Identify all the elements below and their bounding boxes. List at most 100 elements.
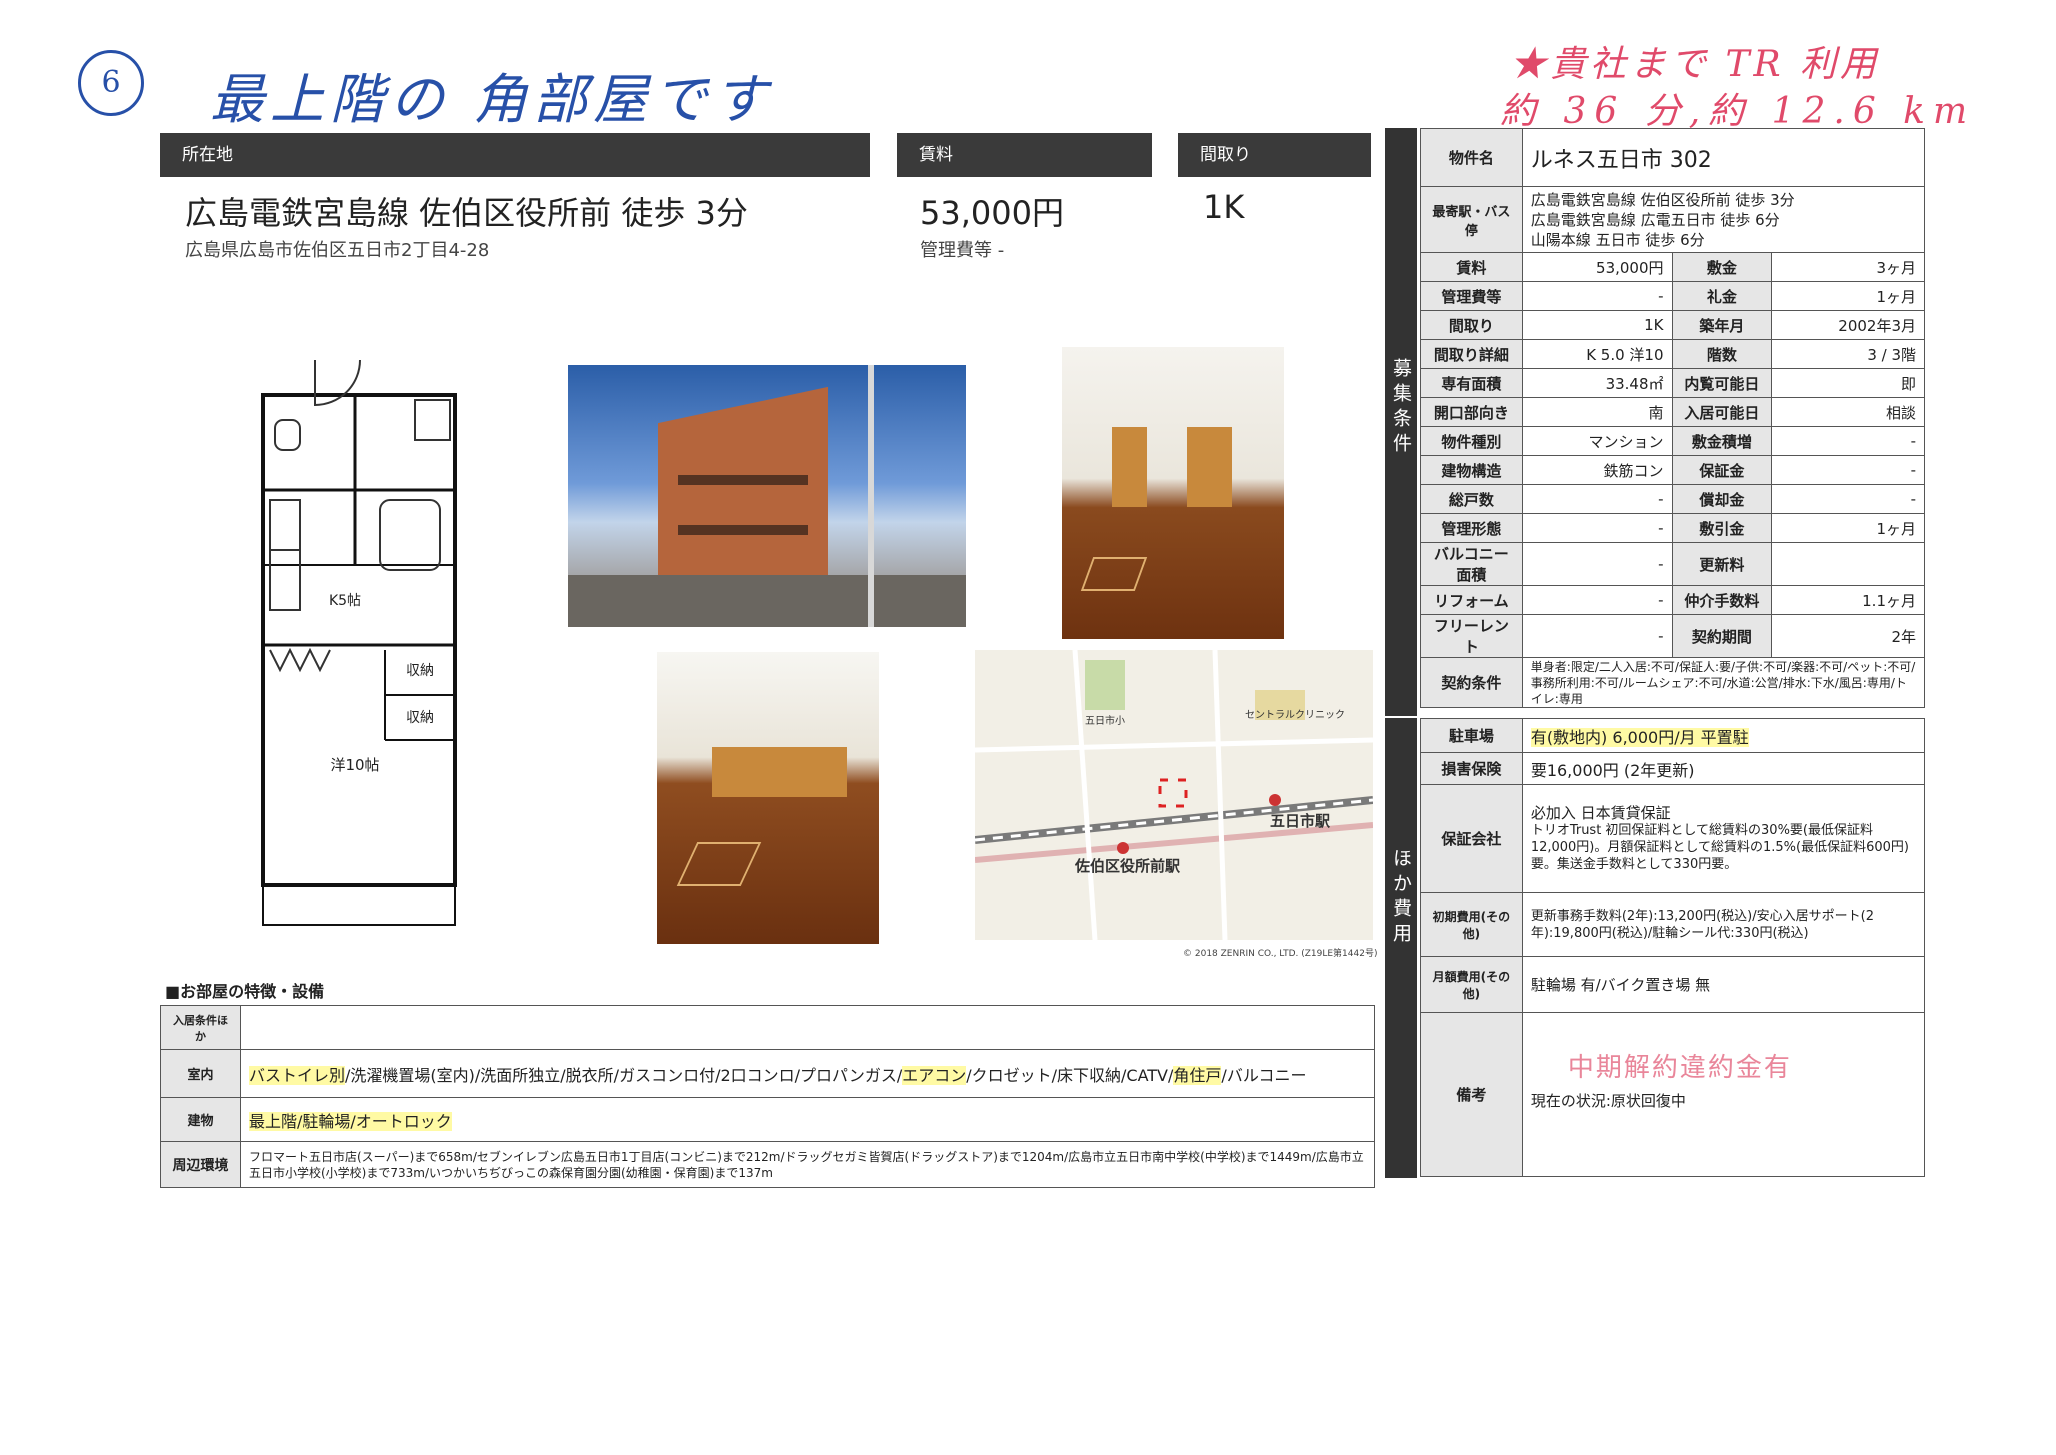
handwritten-note: 最上階の 角部屋です — [210, 68, 774, 131]
room-features-value: バストイレ別/洗濯機置場(室内)/洗面所独立/脱衣所/ガスコンロ付/2口コンロ/… — [240, 1049, 1375, 1098]
spec-label: 敷引金 — [1671, 513, 1773, 543]
spec-row: 管理費等 - 礼金 1ヶ月 — [1420, 281, 1925, 311]
building-exterior-photo — [568, 365, 966, 627]
spec-value: 南 — [1521, 397, 1673, 427]
recruit-sidebar: 募集条件 — [1385, 128, 1417, 716]
map-station-itsukaichi: 五日市駅 — [1270, 812, 1331, 830]
spec-value: 1.1ヶ月 — [1771, 585, 1925, 615]
location-header: 所在地 — [160, 133, 870, 177]
spec-label: リフォーム — [1420, 585, 1523, 615]
spec-value: マンション — [1521, 426, 1673, 456]
spec-label: 開口部向き — [1420, 397, 1523, 427]
spec-row: 間取り詳細 K 5.0 洋10 階数 3 / 3階 — [1420, 339, 1925, 369]
access-text: 広島電鉄宮島線 佐伯区役所前 徒歩 3分 — [185, 194, 748, 232]
fp-room-label: 洋10帖 — [330, 756, 379, 774]
spec-label: 間取り — [1420, 310, 1523, 340]
costs-sidebar: ほか費用 — [1385, 718, 1417, 1178]
remarks-label: 備考 — [1420, 1012, 1523, 1177]
spec-label: 管理形態 — [1420, 513, 1523, 543]
spec-label: 敷金 — [1671, 252, 1773, 282]
spec-value: 1K — [1521, 310, 1673, 340]
guarantor-label: 保証会社 — [1420, 784, 1523, 893]
spec-row: バルコニー面積 - 更新料 — [1420, 542, 1925, 586]
property-name-label: 物件名 — [1420, 128, 1523, 187]
initial-cost-value: 更新事務手数料(2年):13,200円(税込)/安心入居サポート(2年):19,… — [1521, 892, 1926, 957]
spec-label: 内覧可能日 — [1671, 368, 1773, 398]
contract-label: 契約条件 — [1420, 657, 1523, 708]
spec-label: 賃料 — [1420, 252, 1523, 282]
property-name: ルネス五日市 302 — [1521, 128, 1926, 187]
spec-value: 53,000円 — [1521, 252, 1673, 282]
spec-row-nearest: 最寄駅・バス停 広島電鉄宮島線 佐伯区役所前 徒歩 3分 広島電鉄宮島線 広電五… — [1420, 186, 1926, 253]
building-features-label: 建物 — [160, 1097, 241, 1142]
map-label-school: 五日市小 — [1085, 716, 1125, 727]
spec-label: バルコニー面積 — [1420, 542, 1523, 586]
spec-value: - — [1771, 484, 1925, 514]
spec-value: - — [1521, 513, 1673, 543]
spec-label: 契約期間 — [1671, 614, 1773, 658]
environment-label: 周辺環境 — [160, 1141, 241, 1188]
spec-label: フリーレント — [1420, 614, 1523, 658]
spec-row: 専有面積 33.48㎡ 内覧可能日即 — [1420, 368, 1925, 398]
spec-value: - — [1771, 455, 1925, 485]
spec-value: 1ヶ月 — [1771, 281, 1925, 311]
spec-value: 即 — [1771, 368, 1925, 398]
fp-storage1-label: 収納 — [406, 663, 434, 679]
initial-cost-label: 初期費用(その他) — [1420, 892, 1523, 957]
spec-row: 賃料 53,000円 敷金 3ヶ月 — [1420, 252, 1925, 282]
spec-label: 敷金積増 — [1671, 426, 1773, 456]
spec-label: 間取り詳細 — [1420, 339, 1523, 369]
mgmt-fee: 管理費等 - — [920, 240, 1005, 261]
spec-row: 建物構造 鉄筋コン 保証金 - — [1420, 455, 1925, 485]
map-copyright: © 2018 ZENRIN CO., LTD. (Z19LE第1442号) — [1183, 949, 1378, 959]
spec-value: - — [1521, 614, 1673, 658]
nearest-1: 広島電鉄宮島線 佐伯区役所前 徒歩 3分 — [1530, 190, 1795, 209]
nearest-3: 山陽本線 五日市 徒歩 6分 — [1530, 230, 1705, 249]
nearest-2: 広島電鉄宮島線 広電五日市 徒歩 6分 — [1530, 210, 1780, 229]
spec-label: 総戸数 — [1420, 484, 1523, 514]
parking-label: 駐車場 — [1420, 718, 1523, 753]
rent-header: 賃料 — [897, 133, 1152, 177]
spec-label: 更新料 — [1671, 542, 1773, 586]
address-text: 広島県広島市佐伯区五日市2丁目4-28 — [185, 240, 490, 261]
handwritten-number: 6 — [78, 50, 144, 116]
spec-value: 3 / 3階 — [1771, 339, 1925, 369]
spec-label: 礼金 — [1671, 281, 1773, 311]
spec-value: 2002年3月 — [1771, 310, 1925, 340]
rent-value: 53,000円 — [920, 194, 1064, 232]
interior-photo-2 — [657, 652, 879, 944]
spec-value — [1771, 542, 1925, 586]
spec-label: 償却金 — [1671, 484, 1773, 514]
interior-photo-1 — [1062, 347, 1284, 639]
remarks-cell: 中期解約違約金有 現在の状況:原状回復中 — [1521, 1012, 1926, 1177]
spec-value: 鉄筋コン — [1521, 455, 1673, 485]
contract-text: 単身者:限定/二人入居:不可/保証人:要/子供:不可/楽器:不可/ペット:不可/… — [1521, 657, 1926, 708]
spec-value: K 5.0 洋10 — [1521, 339, 1673, 369]
spec-label: 築年月 — [1671, 310, 1773, 340]
penalty-stamp: 中期解約違約金有 — [1567, 1053, 1792, 1083]
spec-value: 2年 — [1771, 614, 1925, 658]
nearest-label: 最寄駅・バス停 — [1420, 186, 1523, 253]
spec-value: 1ヶ月 — [1771, 513, 1925, 543]
floor-plan: K5帖 収納 収納 洋10帖 — [261, 359, 457, 926]
layout-header: 間取り — [1178, 133, 1371, 177]
spec-row: 物件種別 マンション 敷金積増 - — [1420, 426, 1925, 456]
spec-value: - — [1521, 281, 1673, 311]
spec-label: 物件種別 — [1420, 426, 1523, 456]
guarantor-text: トリオTrust 初回保証料として総賃料の30%要(最低保証料12,000円)。… — [1530, 822, 1909, 872]
remarks-value: 現在の状況:原状回復中 — [1530, 1092, 1686, 1110]
spec-row: リフォーム - 仲介手数料 1.1ヶ月 — [1420, 585, 1925, 615]
environment-value: フロマート五日市店(スーパー)まで658m/セブンイレブン広島五日市1丁目店(コ… — [240, 1141, 1375, 1188]
spec-table: 物件名 ルネス五日市 302 最寄駅・バス停 広島電鉄宮島線 佐伯区役所前 徒歩… — [1420, 128, 1926, 708]
room-features-label: 室内 — [160, 1049, 241, 1098]
spec-row: フリーレント - 契約期間 2年 — [1420, 614, 1925, 658]
fp-kitchen-label: K5帖 — [329, 593, 361, 609]
spec-row: 間取り 1K 築年月 2002年3月 — [1420, 310, 1925, 340]
features-table: 入居条件ほか 室内 バストイレ別/洗濯機置場(室内)/洗面所独立/脱衣所/ガスコ… — [160, 1005, 1375, 1188]
spec-row: 総戸数 - 償却金 - — [1420, 484, 1925, 514]
spec-label: 仲介手数料 — [1671, 585, 1773, 615]
spec-row-contract: 契約条件 単身者:限定/二人入居:不可/保証人:要/子供:不可/楽器:不可/ペッ… — [1420, 657, 1926, 708]
entry-conditions-label: 入居条件ほか — [160, 1005, 241, 1050]
spec-value: 相談 — [1771, 397, 1925, 427]
map-station-saeki: 佐伯区役所前駅 — [1075, 857, 1181, 875]
